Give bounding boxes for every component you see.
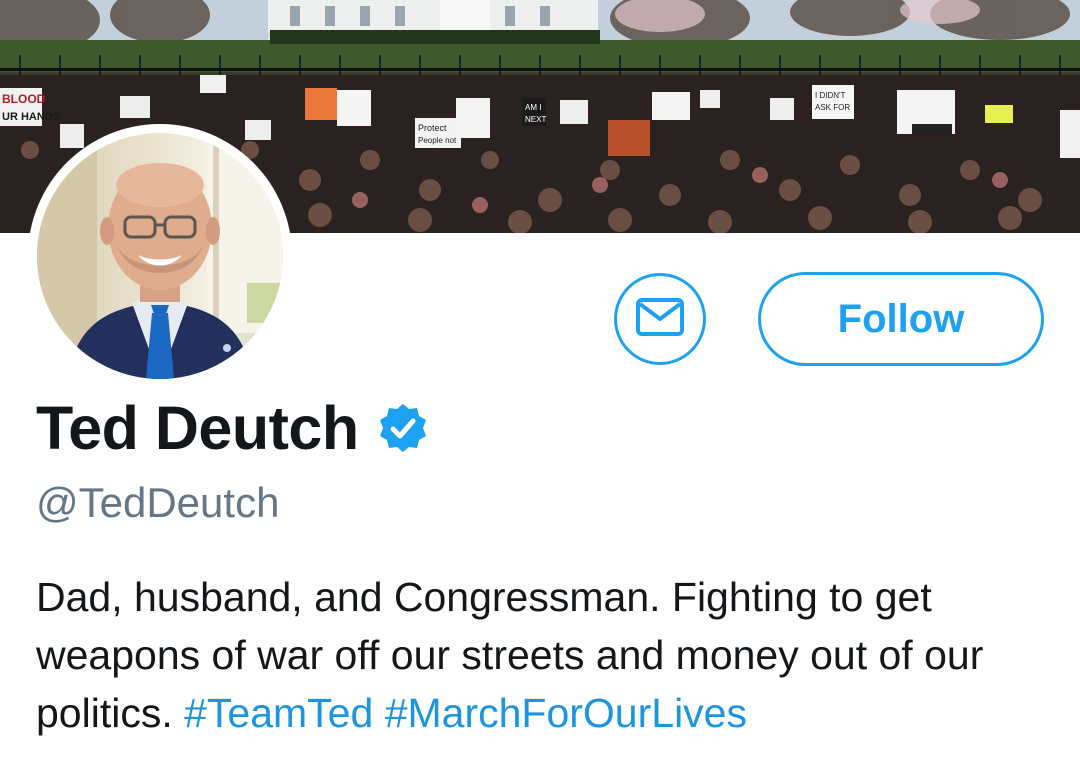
profile-bio: Dad, husband, and Congressman. Fighting … <box>36 568 1056 742</box>
follow-button[interactable]: Follow <box>758 272 1044 366</box>
profile-name-row: Ted Deutch <box>36 392 429 464</box>
svg-text:I DIDN'T: I DIDN'T <box>815 91 846 100</box>
svg-text:People not: People not <box>418 136 457 145</box>
message-button[interactable] <box>614 273 706 365</box>
profile-name: Ted Deutch <box>36 394 359 462</box>
avatar-photo <box>37 133 283 379</box>
envelope-icon <box>635 297 685 342</box>
svg-text:UR HANDS: UR HANDS <box>2 111 60 123</box>
svg-text:BLOOD: BLOOD <box>2 92 46 106</box>
svg-text:NEXT: NEXT <box>525 115 546 124</box>
profile-avatar[interactable] <box>28 124 292 388</box>
svg-text:AM I: AM I <box>525 103 541 112</box>
svg-text:Protect: Protect <box>418 123 447 133</box>
hashtag-link[interactable]: #MarchForOurLives <box>385 690 747 736</box>
profile-handle: @TedDeutch <box>36 479 280 526</box>
svg-text:ASK FOR: ASK FOR <box>815 103 850 112</box>
verified-badge-icon <box>377 402 429 454</box>
hashtag-link[interactable]: #TeamTed <box>184 690 373 736</box>
